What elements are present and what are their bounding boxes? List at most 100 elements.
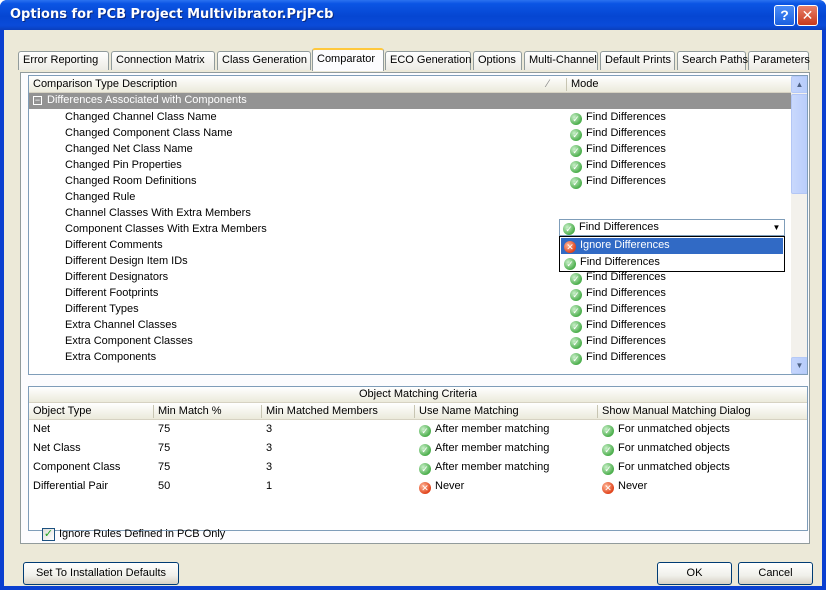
row-mode-value[interactable]: ✓Find Differences <box>570 111 666 125</box>
tab-default-prints[interactable]: Default Prints <box>600 51 675 70</box>
comparison-row[interactable]: Changed Room Definitions ✓ Find Difference… <box>29 174 791 190</box>
cell-min-members[interactable]: 3 <box>266 461 272 473</box>
set-defaults-button[interactable]: Set To Installation Defaults <box>23 562 179 585</box>
comparison-row[interactable]: Changed Net Class Name ✓ Find Differences <box>29 142 791 158</box>
comparison-row[interactable]: Extra Components ✓ Find Differences <box>29 350 791 366</box>
row-mode-value[interactable]: ✓Find Differences <box>570 351 666 365</box>
cell-object-type[interactable]: Differential Pair <box>33 480 108 492</box>
cell-min-match[interactable]: 75 <box>158 442 170 454</box>
cell-object-type[interactable]: Net <box>33 423 50 435</box>
row-mode-value[interactable]: ✓Find Differences <box>570 159 666 173</box>
criteria-row[interactable]: Differential Pair 50 1 ✕ Never ✕ Never <box>29 478 807 496</box>
cell-name-matching[interactable]: ✕ Never <box>419 480 464 494</box>
col-show-manual-dialog[interactable]: Show Manual Matching Dialog <box>602 405 751 417</box>
comparison-row[interactable]: Extra Channel Classes ✓ Find Differences <box>29 318 791 334</box>
tab-comparator[interactable]: Comparator <box>312 48 384 71</box>
col-object-type[interactable]: Object Type <box>33 405 92 417</box>
chevron-down-icon[interactable]: ▼ <box>770 221 783 234</box>
cell-min-match[interactable]: 75 <box>158 461 170 473</box>
check-icon: ✓ <box>570 161 582 173</box>
ok-button[interactable]: OK <box>657 562 732 585</box>
header-divider[interactable] <box>261 405 262 418</box>
comparison-row[interactable]: Changed Channel Class Name ✓ Find Differen… <box>29 110 791 126</box>
scroll-thumb[interactable] <box>791 94 807 194</box>
cell-object-type[interactable]: Net Class <box>33 442 81 454</box>
help-button[interactable]: ? <box>774 5 795 26</box>
criteria-row[interactable]: Net 75 3 ✓ After member matching ✓ For unmatch… <box>29 421 807 439</box>
title-bar[interactable]: Options for PCB Project Multivibrator.Pr… <box>0 0 826 30</box>
cell-object-type[interactable]: Component Class <box>33 461 120 473</box>
tab-options[interactable]: Options <box>473 51 522 70</box>
header-divider[interactable] <box>414 405 415 418</box>
header-divider[interactable] <box>153 405 154 418</box>
check-icon: ✓ <box>564 258 576 270</box>
cell-name-matching[interactable]: ✓ After member matching <box>419 461 549 475</box>
header-description[interactable]: Comparison Type Description <box>33 78 177 90</box>
grid-vertical-scrollbar[interactable]: ▲ ▼ <box>791 76 807 374</box>
combobox-value: ✓ Find Differences <box>563 221 659 235</box>
tab-class-generation[interactable]: Class Generation <box>217 51 311 70</box>
tab-connection-matrix[interactable]: Connection Matrix <box>111 51 215 70</box>
criteria-row[interactable]: Net Class 75 3 ✓ After member matching ✓ For u… <box>29 440 807 458</box>
cell-name-matching[interactable]: ✓ After member matching <box>419 423 549 437</box>
row-mode-value[interactable]: ✓Find Differences <box>570 335 666 349</box>
cell-manual-dialog[interactable]: ✓ For unmatched objects <box>602 461 730 475</box>
tab-eco-generation[interactable]: ECO Generation <box>385 51 471 70</box>
row-mode-value[interactable]: ✓Find Differences <box>570 303 666 317</box>
collapse-icon[interactable]: − <box>33 96 42 105</box>
ignore-rules-label[interactable]: Ignore Rules Defined in PCB Only <box>59 528 225 540</box>
comparison-row[interactable]: Changed Pin Properties ✓ Find Differences <box>29 158 791 174</box>
scroll-up-icon[interactable]: ▲ <box>791 76 807 93</box>
cell-min-members[interactable]: 3 <box>266 442 272 454</box>
col-min-matched-members[interactable]: Min Matched Members <box>266 405 378 417</box>
header-mode[interactable]: Mode <box>571 78 599 90</box>
tab-error-reporting[interactable]: Error Reporting <box>18 51 109 70</box>
comparison-row[interactable]: Different Types ✓ Find Differences <box>29 302 791 318</box>
option-ignore-differences[interactable]: ✕ Ignore Differences <box>561 238 783 254</box>
ignore-rules-checkbox[interactable]: ✓ <box>42 528 55 541</box>
criteria-title: Object Matching Criteria <box>29 387 807 403</box>
row-mode-value[interactable]: ✓Find Differences <box>570 143 666 157</box>
col-use-name-matching[interactable]: Use Name Matching <box>419 405 519 417</box>
row-mode-value[interactable]: ✓Find Differences <box>570 319 666 333</box>
tab-multi-channel[interactable]: Multi-Channel <box>524 51 598 70</box>
check-icon: ✓ <box>570 273 582 285</box>
comparison-row[interactable]: Different Designators ✓ Find Differences <box>29 270 791 286</box>
row-mode-value[interactable]: ✓Find Differences <box>570 175 666 189</box>
option-find-differences[interactable]: ✓ Find Differences <box>561 255 783 271</box>
cell-manual-dialog[interactable]: ✓ For unmatched objects <box>602 442 730 456</box>
cell-min-members[interactable]: 1 <box>266 480 272 492</box>
header-divider[interactable] <box>597 405 598 418</box>
tab-search-paths[interactable]: Search Paths <box>677 51 748 70</box>
group-row-components[interactable]: − Differences Associated with Components <box>29 93 791 109</box>
check-icon: ✓ <box>419 444 431 456</box>
comparison-row[interactable]: Different Footprints ✓ Find Differences <box>29 286 791 302</box>
row-type-label: Different Design Item IDs <box>65 255 188 267</box>
cancel-button[interactable]: Cancel <box>738 562 813 585</box>
criteria-row[interactable]: Component Class 75 3 ✓ After member matching… <box>29 459 807 477</box>
header-divider[interactable] <box>566 78 567 91</box>
row-type-label: Different Types <box>65 303 139 315</box>
row-type-label: Changed Net Class Name <box>65 143 193 155</box>
row-mode-value[interactable]: ✓Find Differences <box>570 127 666 141</box>
cross-icon: ✕ <box>602 482 614 494</box>
cell-min-members[interactable]: 3 <box>266 423 272 435</box>
comparison-row[interactable]: Changed Component Class Name ✓ Find Differ… <box>29 126 791 142</box>
row-type-label: Changed Rule <box>65 191 136 203</box>
row-type-label: Extra Component Classes <box>65 335 193 347</box>
check-icon: ✓ <box>563 223 575 235</box>
comparison-row[interactable]: Extra Component Classes ✓ Find Differences <box>29 334 791 350</box>
close-button[interactable]: ✕ <box>797 5 818 26</box>
col-min-match[interactable]: Min Match % <box>158 405 222 417</box>
row-mode-value[interactable]: ✓Find Differences <box>570 271 666 285</box>
scroll-down-icon[interactable]: ▼ <box>791 357 807 374</box>
cell-manual-dialog[interactable]: ✕ Never <box>602 480 647 494</box>
cell-manual-dialog[interactable]: ✓ For unmatched objects <box>602 423 730 437</box>
tab-parameters[interactable]: Parameters <box>748 51 810 70</box>
cell-name-matching[interactable]: ✓ After member matching <box>419 442 549 456</box>
comparison-row[interactable]: Changed Rule <box>29 190 791 206</box>
cell-min-match[interactable]: 75 <box>158 423 170 435</box>
row-mode-value[interactable]: ✓Find Differences <box>570 287 666 301</box>
cell-min-match[interactable]: 50 <box>158 480 170 492</box>
mode-combobox[interactable]: ✓ Find Differences ▼ <box>559 219 785 236</box>
